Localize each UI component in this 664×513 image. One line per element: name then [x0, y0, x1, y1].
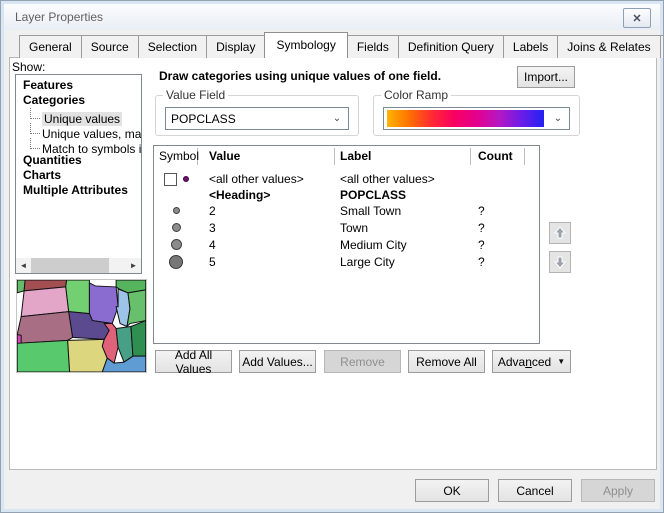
tree-item-multiple-attributes[interactable]: Multiple Attributes [16, 183, 141, 198]
remove-button[interactable]: Remove [324, 350, 401, 373]
show-label: Show: [12, 60, 45, 74]
down-arrow-icon [553, 255, 567, 269]
close-button[interactable]: ✕ [623, 8, 651, 28]
show-tree: Features Categories Unique values Unique… [15, 74, 142, 274]
state-shape [131, 321, 146, 357]
class-symbol-icon[interactable] [169, 255, 183, 269]
table-row[interactable]: 4 Medium City ? [154, 236, 539, 253]
import-button[interactable]: Import... [517, 66, 575, 88]
color-ramp-swatch [387, 110, 544, 127]
value-field-label: Value Field [163, 88, 228, 102]
value-field-dropdown[interactable]: POPCLASS ⌄ [165, 107, 349, 130]
state-shape [127, 290, 146, 327]
method-description: Draw categories using unique values of o… [159, 69, 441, 83]
tree-item-unique-values-many[interactable]: Unique values, many [16, 123, 141, 138]
layer-properties-dialog: Layer Properties ✕ General Source Select… [0, 0, 664, 513]
tab-source[interactable]: Source [81, 35, 139, 58]
header-value: Value [198, 148, 335, 165]
color-ramp-label: Color Ramp [381, 88, 451, 102]
tab-fields[interactable]: Fields [347, 35, 399, 58]
color-ramp-group: Color Ramp ⌄ [373, 95, 580, 136]
tab-selection[interactable]: Selection [138, 35, 207, 58]
header-label: Label [335, 148, 471, 165]
state-shape [66, 280, 90, 314]
tree-elbow-icon [30, 138, 40, 149]
table-row-heading[interactable]: <Heading> POPCLASS [154, 187, 539, 202]
up-arrow-icon [553, 226, 567, 240]
header-count: Count [471, 148, 525, 165]
tree-item-unique-values[interactable]: Unique values [16, 108, 141, 123]
header-symbol: Symbol [154, 148, 198, 165]
state-shape [17, 340, 69, 372]
list-header: Symbol Value Label Count [154, 146, 539, 167]
tab-symbology[interactable]: Symbology [264, 32, 347, 58]
window-title: Layer Properties [15, 10, 103, 24]
tab-labels[interactable]: Labels [503, 35, 558, 58]
class-symbol-icon[interactable] [173, 207, 180, 214]
state-shape [68, 339, 108, 372]
move-down-button[interactable] [549, 251, 571, 273]
value-field-selected: POPCLASS [166, 112, 326, 126]
advanced-button[interactable]: Advanced ▼ [492, 350, 571, 373]
table-row[interactable]: 2 Small Town ? [154, 202, 539, 219]
close-icon: ✕ [632, 12, 641, 25]
tree-item-match-symbols[interactable]: Match to symbols in a [16, 138, 141, 153]
tree-item-categories[interactable]: Categories [16, 93, 141, 108]
dropdown-caret-icon: ▼ [557, 357, 565, 366]
apply-button[interactable]: Apply [581, 479, 655, 502]
tab-strip: General Source Selection Display Symbolo… [19, 32, 664, 58]
tree-item-features[interactable]: Features [16, 78, 141, 93]
tab-general[interactable]: General [19, 35, 82, 58]
table-row[interactable]: <all other values> <all other values> [154, 171, 539, 187]
cancel-button[interactable]: Cancel [498, 479, 572, 502]
chevron-down-icon: ⌄ [326, 113, 348, 124]
tab-display[interactable]: Display [206, 35, 265, 58]
add-values-button[interactable]: Add Values... [239, 350, 316, 373]
unique-values-list: Symbol Value Label Count <all other valu… [153, 145, 540, 344]
value-field-group: Value Field POPCLASS ⌄ [155, 95, 359, 136]
tree-elbow-icon [30, 108, 40, 119]
tree-horizontal-scrollbar[interactable]: ◄ ► [16, 258, 141, 273]
class-symbol-icon[interactable] [171, 239, 182, 250]
state-shape [89, 283, 118, 324]
state-shape [116, 326, 133, 362]
layer-preview-map [16, 279, 147, 373]
chevron-down-icon: ⌄ [547, 113, 569, 124]
tab-time[interactable]: Time [660, 35, 664, 58]
title-bar[interactable]: Layer Properties ✕ [4, 4, 660, 30]
color-ramp-dropdown[interactable]: ⌄ [383, 107, 570, 130]
tree-item-charts[interactable]: Charts [16, 168, 141, 183]
ok-button[interactable]: OK [415, 479, 489, 502]
add-all-values-button[interactable]: Add All Values [155, 350, 232, 373]
tree-elbow-icon [30, 123, 40, 134]
symbology-page: Show: Features Categories Unique values … [9, 57, 657, 470]
all-other-values-checkbox[interactable] [164, 173, 177, 186]
map-preview-svg [17, 280, 146, 372]
tab-joins-relates[interactable]: Joins & Relates [557, 35, 660, 58]
scroll-left-icon[interactable]: ◄ [16, 258, 31, 273]
scroll-right-icon[interactable]: ► [126, 258, 141, 273]
move-up-button[interactable] [549, 222, 571, 244]
remove-all-button[interactable]: Remove All [408, 350, 485, 373]
state-shape [17, 312, 72, 344]
all-other-values-symbol-icon[interactable] [183, 176, 189, 182]
table-row[interactable]: 3 Town ? [154, 219, 539, 236]
scrollbar-thumb[interactable] [31, 258, 109, 273]
table-row[interactable]: 5 Large City ? [154, 253, 539, 271]
class-symbol-icon[interactable] [172, 223, 181, 232]
tab-definition-query[interactable]: Definition Query [398, 35, 504, 58]
